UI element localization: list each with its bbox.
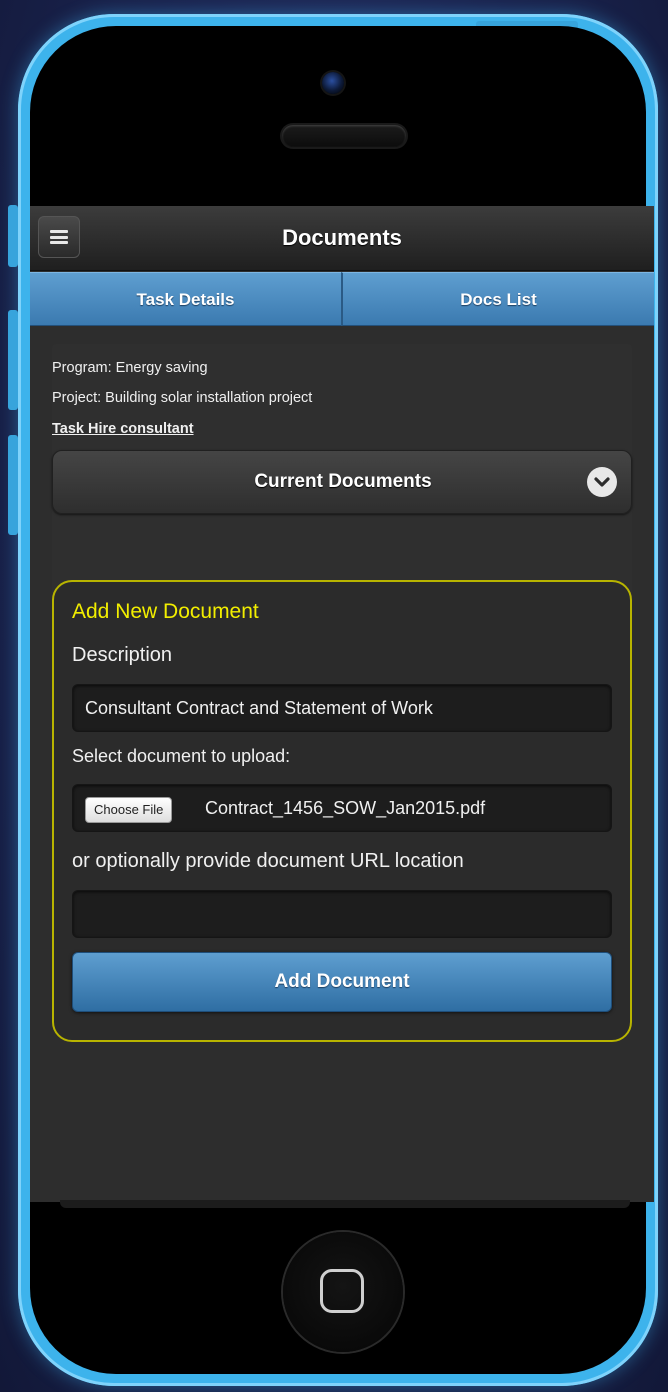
- tab-docs-list[interactable]: Docs List: [341, 272, 654, 326]
- upload-label: Select document to upload:: [72, 746, 291, 766]
- selected-file-name: Contract_1456_SOW_Jan2015.pdf: [205, 798, 486, 818]
- add-document-button[interactable]: Add Document: [72, 952, 612, 1012]
- description-label: Description: [72, 644, 173, 666]
- speaker-grille: [282, 125, 406, 147]
- project-text: Project: Building solar installation pro…: [52, 390, 313, 406]
- tab-task-details[interactable]: Task Details: [30, 272, 341, 326]
- task-link[interactable]: Task Hire consultant: [52, 421, 194, 437]
- current-documents-collapsible[interactable]: Current Documents: [52, 450, 632, 514]
- camera-icon: [322, 72, 344, 94]
- program-text: Program: Energy saving: [52, 360, 208, 376]
- volume-down-button: [8, 435, 18, 535]
- app-screen: Documents Task Details Docs List Program…: [30, 206, 654, 1202]
- tab-bar: Task Details Docs List: [30, 272, 654, 326]
- volume-up-button: [8, 310, 18, 410]
- url-label: or optionally provide document URL locat…: [72, 850, 464, 872]
- chevron-down-icon: [587, 467, 617, 497]
- app-header: Documents: [30, 206, 654, 271]
- url-input[interactable]: [72, 890, 612, 938]
- screen-edge: [60, 1200, 630, 1208]
- mute-switch: [8, 205, 18, 267]
- current-documents-label: Current Documents: [254, 471, 432, 492]
- home-square-icon: [320, 1269, 364, 1313]
- description-input[interactable]: Consultant Contract and Statement of Wor…: [72, 684, 612, 732]
- form-heading: Add New Document: [72, 600, 259, 623]
- page-title: Documents: [282, 225, 402, 250]
- file-input[interactable]: Choose File Contract_1456_SOW_Jan2015.pd…: [72, 784, 612, 832]
- add-document-form: Add New Document Description Consultant …: [52, 580, 632, 1042]
- choose-file-button[interactable]: Choose File: [85, 797, 173, 823]
